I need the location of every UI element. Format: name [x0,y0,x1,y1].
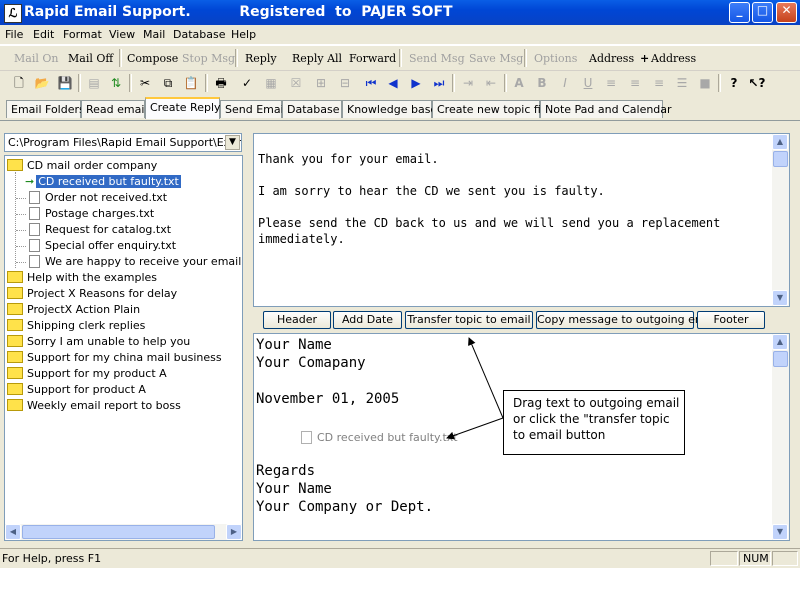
callout-arrows [446,337,504,440]
arrow-to-dragged-file [446,417,504,440]
callout-line: to email button [513,428,606,442]
arrow-to-outgoing [468,337,504,419]
status-help-text: For Help, press F1 [2,552,102,565]
status-bar: For Help, press F1 NUM [0,548,800,568]
status-panel [710,551,738,566]
callout-line: or click the "transfer topic [513,412,670,426]
status-panel [772,551,798,566]
num-lock-indicator: NUM [739,551,771,566]
callout-line: Drag text to outgoing email [513,396,680,410]
callout-note: Drag text to outgoing email or click the… [503,390,685,455]
